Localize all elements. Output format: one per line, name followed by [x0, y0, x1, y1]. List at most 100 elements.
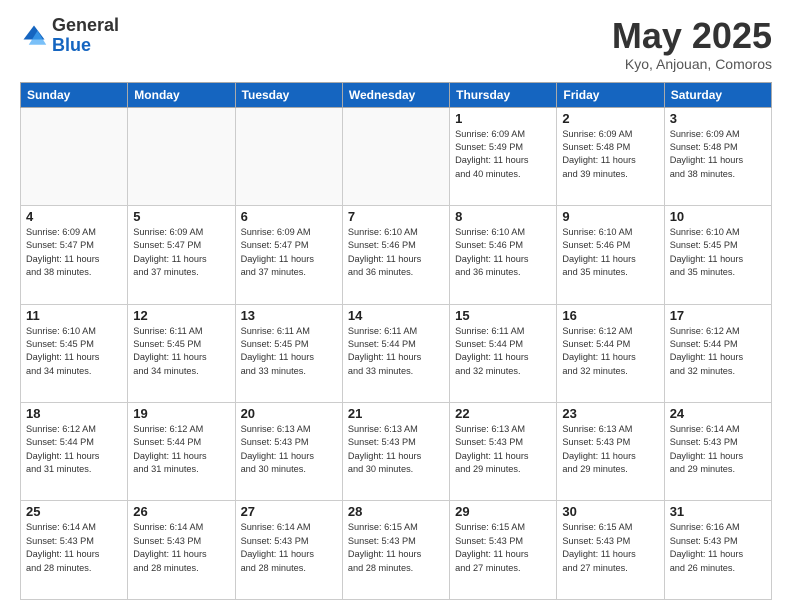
- logo-icon: [20, 22, 48, 50]
- table-row: 25 Sunrise: 6:14 AM Sunset: 5:43 PM Dayli…: [21, 501, 128, 600]
- day-info: Sunrise: 6:11 AM Sunset: 5:44 PM Dayligh…: [455, 325, 551, 378]
- week-row-1: 4 Sunrise: 6:09 AM Sunset: 5:47 PM Daylig…: [21, 206, 772, 304]
- day-info: Sunrise: 6:11 AM Sunset: 5:45 PM Dayligh…: [133, 325, 229, 378]
- day-number: 11: [26, 308, 122, 323]
- table-row: 14 Sunrise: 6:11 AM Sunset: 5:44 PM Dayli…: [342, 304, 449, 402]
- day-number: 20: [241, 406, 337, 421]
- day-info: Sunrise: 6:09 AM Sunset: 5:47 PM Dayligh…: [241, 226, 337, 279]
- day-number: 29: [455, 504, 551, 519]
- header-monday: Monday: [128, 82, 235, 107]
- calendar-header-row: Sunday Monday Tuesday Wednesday Thursday…: [21, 82, 772, 107]
- day-info: Sunrise: 6:11 AM Sunset: 5:44 PM Dayligh…: [348, 325, 444, 378]
- day-number: 10: [670, 209, 766, 224]
- table-row: 27 Sunrise: 6:14 AM Sunset: 5:43 PM Dayli…: [235, 501, 342, 600]
- day-info: Sunrise: 6:13 AM Sunset: 5:43 PM Dayligh…: [241, 423, 337, 476]
- table-row: 4 Sunrise: 6:09 AM Sunset: 5:47 PM Daylig…: [21, 206, 128, 304]
- day-number: 1: [455, 111, 551, 126]
- table-row: [21, 107, 128, 205]
- day-info: Sunrise: 6:12 AM Sunset: 5:44 PM Dayligh…: [133, 423, 229, 476]
- table-row: 5 Sunrise: 6:09 AM Sunset: 5:47 PM Daylig…: [128, 206, 235, 304]
- logo-general-text: General: [52, 16, 119, 36]
- table-row: 8 Sunrise: 6:10 AM Sunset: 5:46 PM Daylig…: [450, 206, 557, 304]
- table-row: [128, 107, 235, 205]
- table-row: [235, 107, 342, 205]
- day-info: Sunrise: 6:12 AM Sunset: 5:44 PM Dayligh…: [26, 423, 122, 476]
- header: General Blue May 2025 Kyo, Anjouan, Como…: [20, 16, 772, 72]
- day-number: 26: [133, 504, 229, 519]
- header-thursday: Thursday: [450, 82, 557, 107]
- header-wednesday: Wednesday: [342, 82, 449, 107]
- day-number: 2: [562, 111, 658, 126]
- day-number: 3: [670, 111, 766, 126]
- logo: General Blue: [20, 16, 119, 56]
- day-number: 30: [562, 504, 658, 519]
- day-info: Sunrise: 6:09 AM Sunset: 5:48 PM Dayligh…: [562, 128, 658, 181]
- day-number: 22: [455, 406, 551, 421]
- day-info: Sunrise: 6:09 AM Sunset: 5:49 PM Dayligh…: [455, 128, 551, 181]
- table-row: 11 Sunrise: 6:10 AM Sunset: 5:45 PM Dayli…: [21, 304, 128, 402]
- day-number: 19: [133, 406, 229, 421]
- logo-blue-text: Blue: [52, 36, 119, 56]
- logo-text: General Blue: [52, 16, 119, 56]
- month-title: May 2025: [612, 16, 772, 56]
- table-row: 2 Sunrise: 6:09 AM Sunset: 5:48 PM Daylig…: [557, 107, 664, 205]
- table-row: 20 Sunrise: 6:13 AM Sunset: 5:43 PM Dayli…: [235, 403, 342, 501]
- table-row: 1 Sunrise: 6:09 AM Sunset: 5:49 PM Daylig…: [450, 107, 557, 205]
- table-row: 29 Sunrise: 6:15 AM Sunset: 5:43 PM Dayli…: [450, 501, 557, 600]
- table-row: 22 Sunrise: 6:13 AM Sunset: 5:43 PM Dayli…: [450, 403, 557, 501]
- table-row: 23 Sunrise: 6:13 AM Sunset: 5:43 PM Dayli…: [557, 403, 664, 501]
- day-number: 6: [241, 209, 337, 224]
- header-tuesday: Tuesday: [235, 82, 342, 107]
- day-number: 24: [670, 406, 766, 421]
- day-info: Sunrise: 6:09 AM Sunset: 5:47 PM Dayligh…: [26, 226, 122, 279]
- table-row: 12 Sunrise: 6:11 AM Sunset: 5:45 PM Dayli…: [128, 304, 235, 402]
- calendar-table: Sunday Monday Tuesday Wednesday Thursday…: [20, 82, 772, 600]
- day-number: 17: [670, 308, 766, 323]
- table-row: 6 Sunrise: 6:09 AM Sunset: 5:47 PM Daylig…: [235, 206, 342, 304]
- day-number: 31: [670, 504, 766, 519]
- week-row-2: 11 Sunrise: 6:10 AM Sunset: 5:45 PM Dayli…: [21, 304, 772, 402]
- day-number: 14: [348, 308, 444, 323]
- table-row: 28Sunrise: 6:15 AM Sunset: 5:43 PM Dayli…: [342, 501, 449, 600]
- header-saturday: Saturday: [664, 82, 771, 107]
- day-info: Sunrise: 6:15 AM Sunset: 5:43 PM Dayligh…: [455, 521, 551, 574]
- day-number: 4: [26, 209, 122, 224]
- table-row: 13Sunrise: 6:11 AM Sunset: 5:45 PM Dayli…: [235, 304, 342, 402]
- day-number: 16: [562, 308, 658, 323]
- day-info: Sunrise: 6:10 AM Sunset: 5:46 PM Dayligh…: [455, 226, 551, 279]
- day-number: 12: [133, 308, 229, 323]
- day-info: Sunrise: 6:12 AM Sunset: 5:44 PM Dayligh…: [562, 325, 658, 378]
- day-info: Sunrise: 6:14 AM Sunset: 5:43 PM Dayligh…: [26, 521, 122, 574]
- table-row: 21Sunrise: 6:13 AM Sunset: 5:43 PM Dayli…: [342, 403, 449, 501]
- table-row: 3 Sunrise: 6:09 AM Sunset: 5:48 PM Daylig…: [664, 107, 771, 205]
- table-row: 19 Sunrise: 6:12 AM Sunset: 5:44 PM Dayli…: [128, 403, 235, 501]
- day-number: 5: [133, 209, 229, 224]
- day-number: 23: [562, 406, 658, 421]
- day-info: Sunrise: 6:14 AM Sunset: 5:43 PM Dayligh…: [241, 521, 337, 574]
- day-number: 25: [26, 504, 122, 519]
- day-info: Sunrise: 6:13 AM Sunset: 5:43 PM Dayligh…: [562, 423, 658, 476]
- day-info: Sunrise: 6:09 AM Sunset: 5:47 PM Dayligh…: [133, 226, 229, 279]
- table-row: [342, 107, 449, 205]
- day-info: Sunrise: 6:09 AM Sunset: 5:48 PM Dayligh…: [670, 128, 766, 181]
- week-row-3: 18Sunrise: 6:12 AM Sunset: 5:44 PM Dayli…: [21, 403, 772, 501]
- day-number: 7: [348, 209, 444, 224]
- day-info: Sunrise: 6:13 AM Sunset: 5:43 PM Dayligh…: [455, 423, 551, 476]
- day-number: 27: [241, 504, 337, 519]
- day-info: Sunrise: 6:10 AM Sunset: 5:46 PM Dayligh…: [562, 226, 658, 279]
- table-row: 9Sunrise: 6:10 AM Sunset: 5:46 PM Daylig…: [557, 206, 664, 304]
- title-section: May 2025 Kyo, Anjouan, Comoros: [612, 16, 772, 72]
- table-row: 24Sunrise: 6:14 AM Sunset: 5:43 PM Dayli…: [664, 403, 771, 501]
- day-info: Sunrise: 6:10 AM Sunset: 5:45 PM Dayligh…: [26, 325, 122, 378]
- table-row: 17Sunrise: 6:12 AM Sunset: 5:44 PM Dayli…: [664, 304, 771, 402]
- table-row: 26Sunrise: 6:14 AM Sunset: 5:43 PM Dayli…: [128, 501, 235, 600]
- table-row: 30Sunrise: 6:15 AM Sunset: 5:43 PM Dayli…: [557, 501, 664, 600]
- day-info: Sunrise: 6:15 AM Sunset: 5:43 PM Dayligh…: [348, 521, 444, 574]
- day-number: 21: [348, 406, 444, 421]
- header-sunday: Sunday: [21, 82, 128, 107]
- day-number: 13: [241, 308, 337, 323]
- table-row: 7Sunrise: 6:10 AM Sunset: 5:46 PM Daylig…: [342, 206, 449, 304]
- subtitle: Kyo, Anjouan, Comoros: [612, 56, 772, 72]
- table-row: 18Sunrise: 6:12 AM Sunset: 5:44 PM Dayli…: [21, 403, 128, 501]
- day-number: 8: [455, 209, 551, 224]
